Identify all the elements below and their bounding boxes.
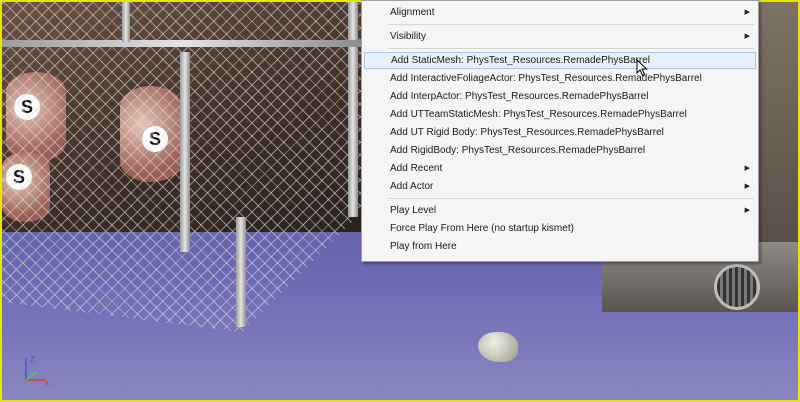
menu-item-add-interactivefoliageactor[interactable]: Add InteractiveFoliageActor: PhysTest_Re… (364, 70, 756, 87)
menu-item-add-utteamstaticmesh[interactable]: Add UTTeamStaticMesh: PhysTest_Resources… (364, 106, 756, 123)
mouse-cursor-icon (636, 58, 648, 77)
submenu-arrow-icon: ▶ (744, 33, 750, 40)
fence-post (122, 2, 130, 42)
submenu-arrow-icon: ▶ (744, 9, 750, 16)
menu-item-add-staticmesh[interactable]: Add StaticMesh: PhysTest_Resources.Remad… (364, 52, 756, 69)
axis-label-x: X (44, 379, 50, 388)
context-menu: Alignment ▶ Visibility ▶ Add StaticMesh:… (361, 0, 759, 262)
menu-item-label: Visibility (390, 31, 426, 42)
menu-item-label: Add InteractiveFoliageActor: PhysTest_Re… (390, 73, 702, 84)
menu-item-label: Add Recent (390, 163, 443, 174)
axis-gizmo-icon: Z X (18, 352, 52, 388)
menu-item-add-ut-rigid-body[interactable]: Add UT Rigid Body: PhysTest_Resources.Re… (364, 124, 756, 141)
menu-item-label: Add Actor (390, 181, 434, 192)
menu-item-add-interpactor[interactable]: Add InterpActor: PhysTest_Resources.Rema… (364, 88, 756, 105)
menu-item-label: Add StaticMesh: PhysTest_Resources.Remad… (391, 55, 651, 66)
submenu-arrow-icon: ▶ (744, 207, 750, 214)
menu-item-force-play-from-here[interactable]: Force Play From Here (no startup kismet) (364, 220, 756, 237)
menu-item-add-actor[interactable]: Add Actor ▶ (364, 178, 756, 195)
menu-item-add-recent[interactable]: Add Recent ▶ (364, 160, 756, 177)
submenu-arrow-icon: ▶ (744, 165, 750, 172)
menu-item-label: Force Play From Here (no startup kismet) (390, 223, 574, 234)
menu-item-label: Add UT Rigid Body: PhysTest_Resources.Re… (390, 127, 664, 138)
menu-separator (388, 24, 754, 25)
menu-item-label: Play from Here (390, 241, 457, 252)
fence-post (236, 217, 246, 327)
submenu-arrow-icon: ▶ (744, 183, 750, 190)
menu-item-add-rigidbody[interactable]: Add RigidBody: PhysTest_Resources.Remade… (364, 142, 756, 159)
fence-rail (2, 40, 362, 47)
axis-label-z: Z (30, 355, 35, 364)
menu-item-label: Add RigidBody: PhysTest_Resources.Remade… (390, 145, 646, 156)
menu-separator (388, 198, 754, 199)
menu-item-play-level[interactable]: Play Level ▶ (364, 202, 756, 219)
menu-item-label: Play Level (390, 205, 437, 216)
menu-item-visibility[interactable]: Visibility ▶ (364, 28, 756, 45)
decal-object[interactable] (478, 332, 518, 362)
menu-item-alignment[interactable]: Alignment ▶ (364, 4, 756, 21)
menu-item-play-from-here[interactable]: Play from Here (364, 238, 756, 255)
menu-item-label: Add UTTeamStaticMesh: PhysTest_Resources… (390, 109, 687, 120)
fence-post (348, 2, 358, 217)
fence-post (180, 52, 190, 252)
menu-separator (388, 48, 754, 49)
menu-item-label: Alignment (390, 7, 435, 18)
menu-item-label: Add InterpActor: PhysTest_Resources.Rema… (390, 91, 649, 102)
vent-grate (714, 264, 760, 310)
